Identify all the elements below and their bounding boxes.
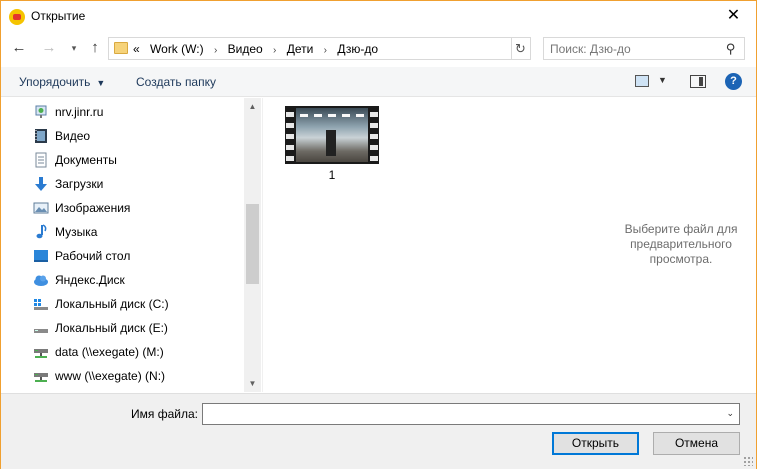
breadcrumb: « Work (W:) › Видео › Дети › Дзю-до — [133, 42, 385, 56]
scroll-down-icon[interactable]: ▼ — [244, 375, 261, 392]
help-icon[interactable]: ? — [725, 73, 742, 90]
system-drive-icon — [34, 299, 48, 310]
folder-icon — [114, 42, 128, 54]
new-folder-button[interactable]: Создать папку — [136, 75, 216, 89]
address-row: ← → ▾ ↑ « Work (W:) › Видео › Дети › Дзю… — [1, 34, 756, 64]
breadcrumb-separator-icon[interactable]: › — [273, 45, 276, 56]
breadcrumb-separator-icon[interactable]: › — [324, 45, 327, 56]
filename-label: Имя файла: — [131, 407, 198, 421]
video-frame — [296, 108, 368, 162]
cancel-button[interactable]: Отмена — [653, 432, 740, 455]
sidebar-item-downloads[interactable]: Загрузки — [33, 173, 241, 195]
title-bar: Открытие ✕ — [1, 1, 756, 32]
resize-grip-icon[interactable] — [743, 456, 753, 466]
address-bar[interactable]: « Work (W:) › Видео › Дети › Дзю-до ⌄ — [108, 37, 605, 60]
drive-icon — [34, 329, 48, 333]
documents-icon — [35, 152, 47, 168]
preview-pane-toggle-icon[interactable] — [690, 75, 706, 88]
sidebar-item-videos[interactable]: Видео — [33, 125, 241, 147]
sidebar-item-label: www (\\exegate) (N:) — [55, 369, 166, 383]
sidebar-item-drive-c[interactable]: Локальный диск (C:) — [33, 293, 241, 315]
sidebar-item-label: Музыка — [55, 225, 98, 239]
command-bar: Упорядочить ▼ Создать папку ▼ ? — [1, 67, 756, 97]
navigation-scrollbar[interactable]: ▲ ▼ — [244, 98, 261, 392]
window-title: Открытие — [31, 9, 86, 23]
breadcrumb-item[interactable]: Видео — [228, 42, 263, 56]
sidebar-item-music[interactable]: Музыка — [33, 221, 241, 243]
navigation-pane: nrv.jinr.ru Видео Документы Загрузки Изо… — [1, 98, 261, 392]
sidebar-item-label: Яндекс.Диск — [55, 273, 125, 287]
search-icon[interactable]: ⚲ — [726, 41, 736, 57]
view-options-chevron-icon[interactable]: ▼ — [658, 75, 667, 85]
chevron-down-icon: ▼ — [96, 78, 106, 88]
sidebar-item-desktop[interactable]: Рабочий стол — [33, 245, 241, 267]
close-button[interactable]: ✕ — [711, 1, 756, 31]
network-location-icon — [35, 105, 47, 118]
sidebar-item-nrv-jinr[interactable]: nrv.jinr.ru — [33, 101, 241, 123]
breadcrumb-overflow[interactable]: « — [133, 42, 140, 56]
network-drive-icon — [34, 349, 48, 358]
forward-button[interactable]: → — [39, 38, 59, 58]
open-file-dialog: Открытие ✕ ← → ▾ ↑ « Work (W:) › Видео ›… — [0, 0, 757, 469]
file-item[interactable]: 1 — [285, 106, 381, 186]
sidebar-item-pictures[interactable]: Изображения — [33, 197, 241, 219]
filename-combobox[interactable]: ⌄ — [202, 403, 740, 425]
sidebar-item-label: nrv.jinr.ru — [55, 105, 104, 119]
sidebar-item-label: Локальный диск (C:) — [55, 297, 169, 311]
sidebar-item-network-m[interactable]: data (\\exegate) (M:) — [33, 341, 241, 363]
sidebar-item-label: Изображения — [55, 201, 131, 215]
up-button[interactable]: ↑ — [85, 38, 105, 58]
chevron-down-icon[interactable]: ⌄ — [726, 408, 734, 419]
sidebar-item-label: Локальный диск (E:) — [55, 321, 168, 335]
recent-locations-button[interactable]: ▾ — [64, 38, 84, 58]
sidebar-item-network-n[interactable]: www (\\exegate) (N:) — [33, 365, 241, 387]
sidebar-item-label: Рабочий стол — [55, 249, 131, 263]
sidebar-item-yandex-disk[interactable]: Яндекс.Диск — [33, 269, 241, 291]
video-thumbnail — [285, 106, 379, 164]
sidebar-item-label: data (\\exegate) (M:) — [55, 345, 164, 359]
music-icon — [36, 224, 47, 239]
sidebar-item-label: Загрузки — [55, 177, 104, 191]
network-drive-icon — [34, 373, 48, 382]
open-button[interactable]: Открыть — [552, 432, 639, 455]
scrollbar-thumb[interactable] — [246, 204, 259, 284]
sidebar-item-documents[interactable]: Документы — [33, 149, 241, 171]
downloads-icon — [35, 177, 47, 191]
film-strip-icon — [370, 108, 378, 162]
filename-input[interactable] — [207, 406, 707, 422]
search-input[interactable] — [550, 41, 720, 57]
back-button[interactable]: ← — [9, 38, 29, 58]
breadcrumb-separator-icon[interactable]: › — [214, 45, 217, 56]
breadcrumb-item[interactable]: Дзю-до — [337, 42, 378, 56]
sidebar-item-drive-e[interactable]: Локальный диск (E:) — [33, 317, 241, 339]
app-icon — [9, 9, 25, 25]
preview-pane: Выберите файл для предварительного просм… — [606, 98, 756, 392]
pictures-icon — [33, 202, 49, 214]
change-view-icon[interactable] — [635, 75, 649, 87]
scroll-up-icon[interactable]: ▲ — [244, 98, 261, 115]
videos-icon — [35, 129, 47, 143]
breadcrumb-item[interactable]: Дети — [287, 42, 314, 56]
organize-label: Упорядочить — [19, 75, 91, 89]
sidebar-item-label: Документы — [55, 153, 117, 167]
refresh-button[interactable]: ↻ — [511, 37, 531, 60]
file-name: 1 — [328, 168, 336, 182]
dialog-footer: Имя файла: ⌄ Открыть Отмена — [1, 393, 756, 469]
file-list: 1 — [262, 98, 605, 392]
film-strip-icon — [286, 108, 294, 162]
preview-message: Выберите файл для предварительного просм… — [624, 222, 738, 266]
desktop-icon — [34, 250, 48, 262]
breadcrumb-item[interactable]: Work (W:) — [150, 42, 204, 56]
cloud-drive-icon — [34, 275, 48, 286]
sidebar-item-label: Видео — [55, 129, 91, 143]
organize-button[interactable]: Упорядочить ▼ — [19, 75, 105, 89]
search-box[interactable]: ⚲ — [543, 37, 745, 60]
